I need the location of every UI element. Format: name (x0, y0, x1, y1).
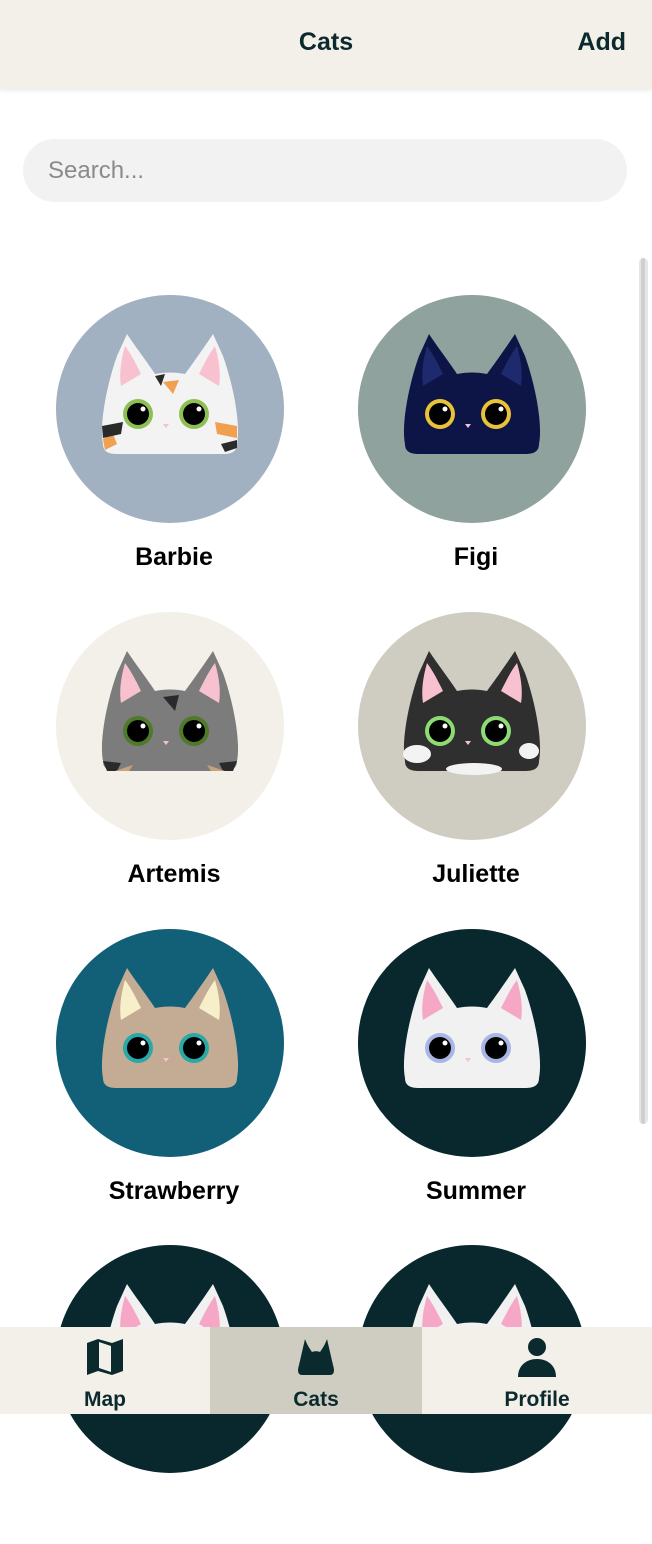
cat-name: Barbie (135, 543, 213, 571)
cat-name: Figi (453, 543, 499, 571)
cat-face-icon (56, 612, 284, 840)
cat-card-summer[interactable]: Summer (302, 928, 604, 1228)
cat-name: Strawberry (108, 1177, 240, 1205)
tab-cats-label: Cats (293, 1388, 339, 1411)
page-title: Cats (298, 28, 354, 56)
profile-icon (518, 1338, 556, 1377)
cat-card-artemis[interactable]: Artemis (0, 611, 302, 911)
scrollbar[interactable] (639, 258, 648, 1124)
cat-avatar (357, 294, 587, 524)
cat-name: Summer (425, 1177, 527, 1205)
cat-face-icon (358, 929, 586, 1157)
top-bar: Cats Add (0, 0, 652, 89)
cat-avatar (55, 928, 285, 1158)
tab-map[interactable]: Map (0, 1327, 210, 1414)
tab-profile-label: Profile (504, 1388, 570, 1411)
cat-name: Artemis (127, 860, 221, 888)
tab-cats[interactable]: Cats (210, 1327, 422, 1414)
add-button[interactable]: Add (577, 28, 626, 57)
cat-card-juliette[interactable]: Juliette (302, 611, 604, 911)
cat-name: Juliette (432, 860, 520, 888)
cat-card-figi[interactable]: Figi (302, 294, 604, 594)
cat-face-icon (56, 295, 284, 523)
cat-face-icon (358, 612, 586, 840)
cat-card-strawberry[interactable]: Strawberry (0, 928, 302, 1228)
tab-profile[interactable]: Profile (422, 1327, 652, 1414)
cat-avatar (357, 611, 587, 841)
cat-card-barbie[interactable]: Barbie (0, 294, 302, 594)
cat-avatar (55, 611, 285, 841)
tab-map-label: Map (84, 1388, 126, 1411)
scrollbar-thumb[interactable] (641, 258, 645, 1124)
map-icon (87, 1339, 123, 1375)
cat-grid: Barbie Figi Artemis Juliette Strawberry … (0, 0, 652, 1473)
cat-face-icon (358, 295, 586, 523)
bottom-tab-bar: Map Cats Profile (0, 1327, 652, 1414)
cat-face-icon (56, 929, 284, 1157)
cat-avatar (357, 928, 587, 1158)
cat-icon (298, 1339, 334, 1375)
cat-avatar (55, 294, 285, 524)
